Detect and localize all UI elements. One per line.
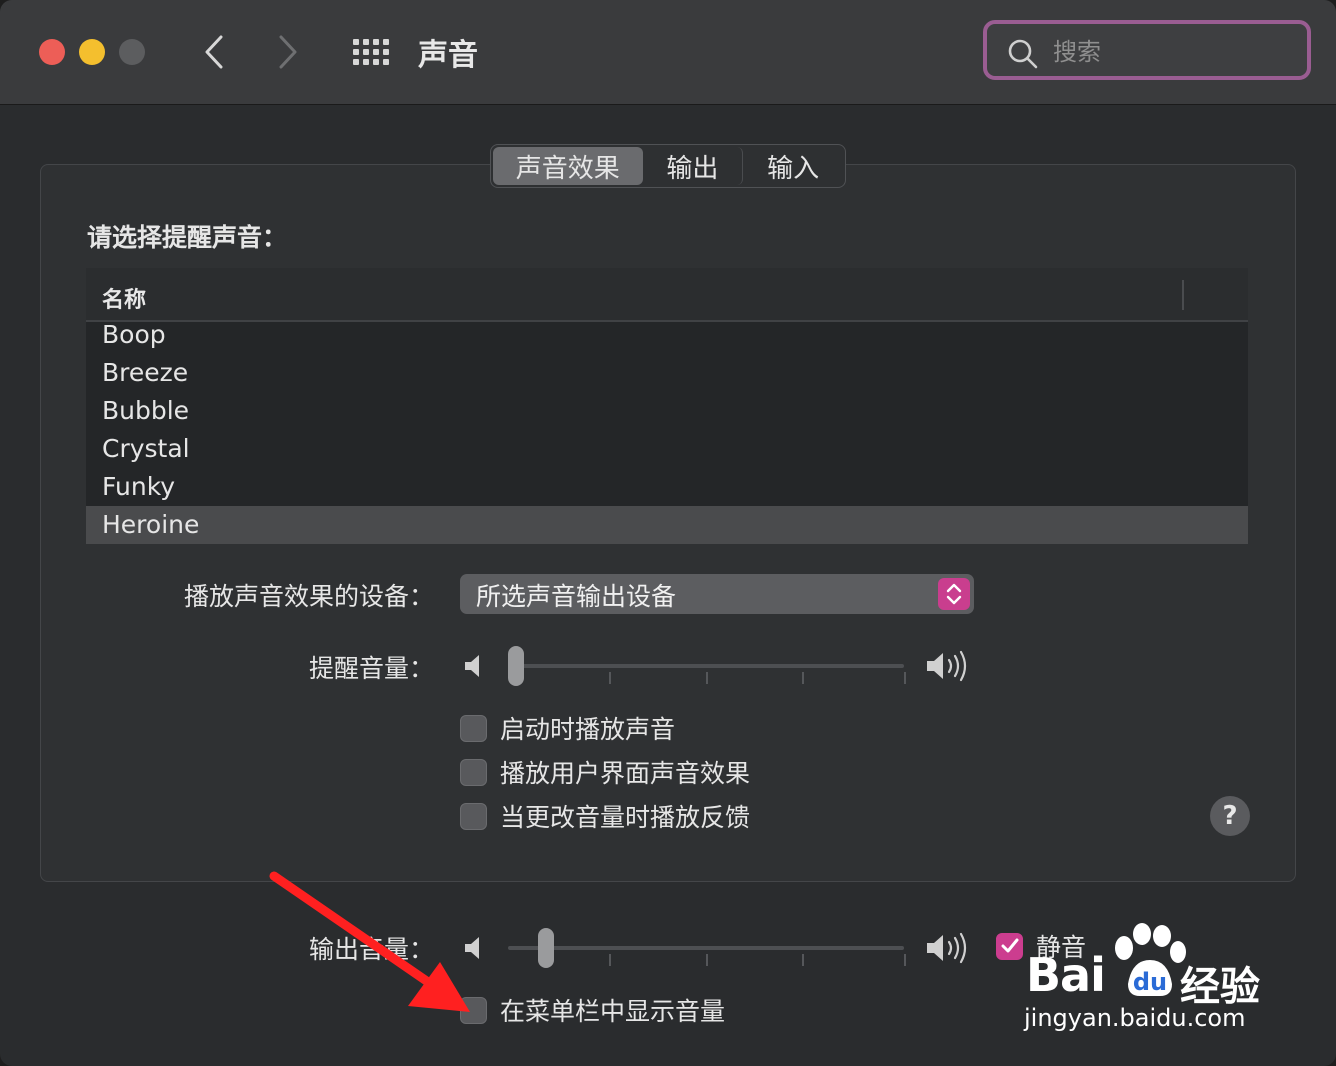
ui-sound-effects-label: 播放用户界面声音效果 [500, 759, 751, 788]
list-header[interactable]: 名称 [86, 268, 1248, 322]
chevron-right-icon [279, 35, 297, 69]
forward-button[interactable] [268, 30, 308, 74]
speaker-low-icon [465, 655, 479, 677]
list-item[interactable]: Crystal [86, 430, 1248, 468]
slider-track[interactable] [508, 664, 904, 668]
output-device-popup[interactable]: 所选声音输出设备 [460, 574, 974, 614]
watermark-url: jingyan.baidu.com [1024, 1004, 1246, 1032]
slider-tick [609, 954, 611, 966]
volume-feedback-option[interactable]: 当更改音量时播放反馈 [460, 800, 750, 832]
up-down-chevron-icon [938, 578, 970, 610]
slider-tick [904, 954, 906, 966]
startup-sound-label: 启动时播放声音 [500, 715, 676, 744]
paw-logo-icon: du [1115, 923, 1186, 996]
startup-sound-option[interactable]: 启动时播放声音 [460, 712, 675, 744]
alert-volume-label: 提醒音量： [308, 654, 434, 683]
name-column-header[interactable]: 名称 [102, 282, 146, 314]
zoom-window-button[interactable] [119, 39, 145, 65]
volume-feedback-label: 当更改音量时播放反馈 [500, 803, 751, 832]
tab-sound-effects[interactable]: 声音效果 [493, 147, 643, 185]
tab-output[interactable]: 输出 [643, 147, 744, 185]
chevron-left-icon [205, 35, 223, 69]
red-arrow-annotation [269, 871, 470, 1012]
slider-tick [706, 672, 708, 684]
show-all-preferences-button[interactable] [350, 36, 390, 68]
slider-knob[interactable] [508, 646, 524, 686]
help-button[interactable]: ? [1210, 796, 1250, 836]
slider-tick [706, 954, 708, 966]
list-item[interactable]: Breeze [86, 354, 1248, 392]
search-input[interactable] [1051, 34, 1295, 70]
volume-feedback-checkbox[interactable] [460, 802, 487, 830]
list-rows: Boop Breeze Bubble Crystal Funky Heroine [86, 316, 1248, 544]
svg-text:du: du [1133, 968, 1167, 996]
ui-sound-effects-checkbox[interactable] [460, 758, 487, 786]
list-item[interactable]: Funky [86, 468, 1248, 506]
tab-input[interactable]: 输入 [743, 147, 843, 185]
output-volume-slider[interactable] [462, 926, 974, 970]
slider-track[interactable] [508, 946, 904, 950]
list-item[interactable]: Bubble [86, 392, 1248, 430]
minimize-window-button[interactable] [79, 39, 105, 65]
alert-volume-slider[interactable] [462, 644, 974, 688]
slider-tick [802, 954, 804, 966]
title-bar: 声音 [0, 0, 1336, 105]
slider-knob[interactable] [538, 928, 555, 968]
slider-tick [802, 672, 804, 684]
show-volume-in-menubar-label: 在菜单栏中显示音量 [500, 997, 726, 1026]
system-preferences-window: 声音 声音效果 输出 输入 请选择提醒声音： 名称 Boop Breeze Bu… [0, 0, 1336, 1066]
show-volume-in-menubar-option[interactable]: 在菜单栏中显示音量 [460, 994, 725, 1026]
search-field[interactable] [983, 20, 1311, 80]
slider-tick [609, 672, 611, 684]
alert-sound-section-label: 请选择提醒声音： [87, 223, 288, 252]
mute-checkbox[interactable] [996, 932, 1023, 960]
checkmark-icon [1001, 938, 1018, 953]
column-divider[interactable] [1182, 280, 1184, 310]
window-title: 声音 [418, 38, 478, 73]
speaker-high-icon [927, 932, 967, 964]
watermark-brand-left: Bai [1026, 948, 1106, 1002]
device-label: 播放声音效果的设备： [183, 582, 434, 611]
magnifier-icon [1008, 39, 1038, 69]
list-item-selected[interactable]: Heroine [86, 506, 1248, 544]
list-item[interactable]: Boop [86, 316, 1248, 354]
tab-bar: 声音效果 输出 输入 [490, 144, 846, 188]
speaker-high-icon [927, 650, 967, 682]
output-device-value: 所选声音输出设备 [476, 582, 677, 611]
back-button[interactable] [194, 30, 234, 74]
baidu-jingyan-watermark: du Bai 经验 jingyan.baidu.com [1020, 918, 1280, 1038]
alert-sound-list[interactable]: 名称 Boop Breeze Bubble Crystal Funky Hero… [86, 268, 1248, 544]
slider-tick [904, 672, 906, 684]
ui-sound-effects-option[interactable]: 播放用户界面声音效果 [460, 756, 750, 788]
startup-sound-checkbox[interactable] [460, 714, 487, 742]
close-window-button[interactable] [39, 39, 65, 65]
